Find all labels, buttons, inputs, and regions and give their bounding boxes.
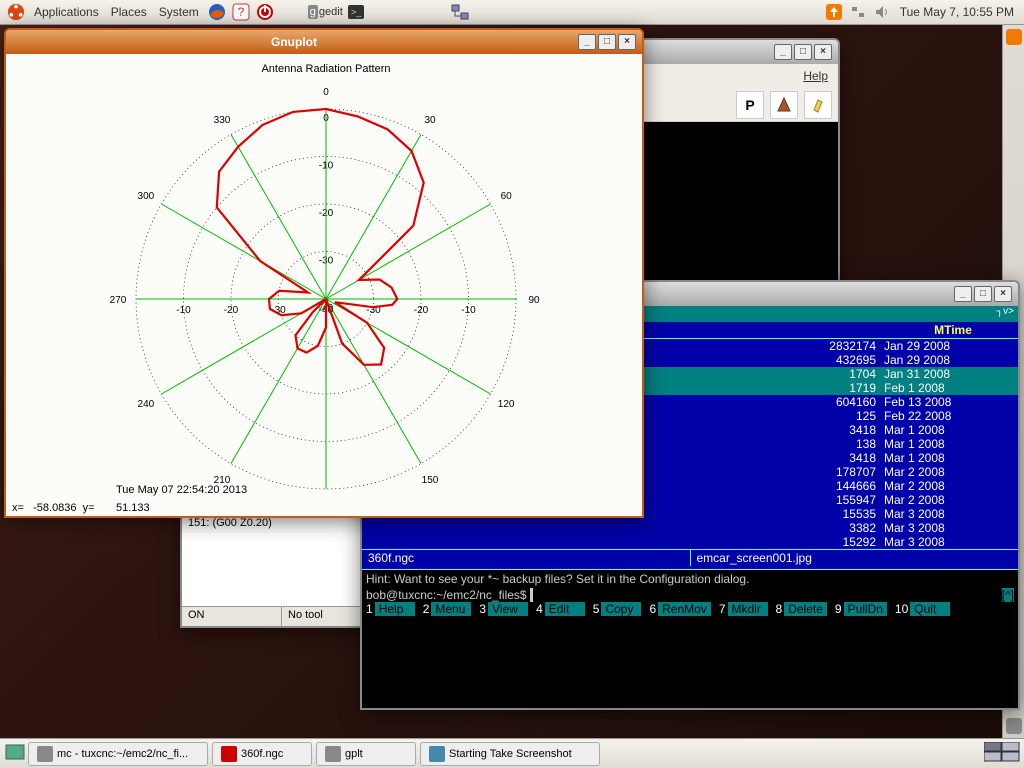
top-panel: Applications Places System ? ggedit >_ T… xyxy=(0,0,1024,25)
axis-icon xyxy=(221,746,237,762)
firefox-icon[interactable] xyxy=(206,1,228,23)
svg-text:?: ? xyxy=(237,5,244,19)
maximize-button[interactable]: □ xyxy=(974,286,992,302)
update-icon[interactable] xyxy=(823,1,845,23)
status-on: ON xyxy=(182,607,282,626)
fkey-pulldn[interactable]: 9PullDn xyxy=(833,602,893,616)
network-icon[interactable] xyxy=(449,1,471,23)
chart-timestamp: Tue May 07 22:54:20 2013 xyxy=(116,484,247,496)
workspace-icon[interactable] xyxy=(1006,29,1022,45)
fkey-quit[interactable]: 10Quit xyxy=(893,602,956,616)
terminal-icon[interactable]: >_ xyxy=(345,1,367,23)
terminal-icon xyxy=(37,746,53,762)
svg-text:-10: -10 xyxy=(176,305,191,316)
taskbar-item[interactable]: 360f.ngc xyxy=(212,742,312,766)
minimize-button[interactable]: _ xyxy=(578,34,596,50)
fkey-renmov[interactable]: 6RenMov xyxy=(647,602,716,616)
svg-text:90: 90 xyxy=(528,295,540,306)
list-item[interactable]: 15292Mar 3 2008 xyxy=(362,535,1018,549)
maximize-button[interactable]: □ xyxy=(598,34,616,50)
taskbar-item[interactable]: Starting Take Screenshot xyxy=(420,742,600,766)
perspective-icon[interactable]: P xyxy=(736,91,764,119)
fkey-edit[interactable]: 4Edit xyxy=(534,602,591,616)
fkey-menu[interactable]: 2Menu xyxy=(421,602,478,616)
chart-coords: x= -58.0836 y= 51.133 xyxy=(12,502,150,514)
clear-icon[interactable] xyxy=(804,91,832,119)
mc-hint: Hint: Want to see your *~ backup files? … xyxy=(362,570,1018,588)
places-menu[interactable]: Places xyxy=(105,5,153,19)
svg-text:330: 330 xyxy=(214,115,231,126)
svg-text:120: 120 xyxy=(498,399,515,410)
svg-text:30: 30 xyxy=(424,115,436,126)
svg-text:-10: -10 xyxy=(461,305,476,316)
minimize-button[interactable]: _ xyxy=(774,44,792,60)
svg-text:60: 60 xyxy=(501,191,513,202)
fkey-view[interactable]: 3View xyxy=(477,602,534,616)
clock[interactable]: Tue May 7, 10:55 PM xyxy=(894,5,1020,19)
svg-text:240: 240 xyxy=(138,399,155,410)
polar-chart[interactable]: Antenna Radiation Pattern0-10-20-30-4003… xyxy=(6,54,642,496)
fkey-help[interactable]: 1Help xyxy=(364,602,421,616)
mc-fkeys: 1Help2Menu3View4Edit5Copy6RenMov7Mkdir8D… xyxy=(362,602,1018,616)
show-desktop-icon[interactable] xyxy=(4,741,26,766)
close-button[interactable]: × xyxy=(618,34,636,50)
svg-text:-20: -20 xyxy=(414,305,429,316)
taskbar-item[interactable]: gplt xyxy=(316,742,416,766)
svg-text:300: 300 xyxy=(138,191,155,202)
workspace-switcher[interactable] xyxy=(984,742,1020,765)
mc-selected-right: emcar_screen001.jpg xyxy=(691,550,1019,566)
svg-text:Antenna Radiation Pattern: Antenna Radiation Pattern xyxy=(261,63,390,75)
applications-menu[interactable]: Applications xyxy=(28,5,105,19)
minimize-button[interactable]: _ xyxy=(954,286,972,302)
list-item[interactable]: 3382Mar 3 2008 xyxy=(362,521,1018,535)
screenshot-icon xyxy=(429,746,445,762)
gnuplot-titlebar[interactable]: Gnuplot _ □ × xyxy=(6,30,642,54)
close-button[interactable]: × xyxy=(814,44,832,60)
fkey-copy[interactable]: 5Copy xyxy=(591,602,648,616)
power-icon[interactable] xyxy=(254,1,276,23)
svg-text:150: 150 xyxy=(422,475,439,486)
svg-text:-20: -20 xyxy=(224,305,239,316)
ubuntu-logo-icon[interactable] xyxy=(5,1,27,23)
gnuplot-window: Gnuplot _ □ × Antenna Radiation Pattern 0… xyxy=(4,28,644,518)
svg-text:270: 270 xyxy=(110,295,127,306)
terminal-icon xyxy=(325,746,341,762)
mc-selected-left: 360f.ngc xyxy=(362,550,691,566)
trash-icon[interactable] xyxy=(1006,718,1022,734)
cone-icon[interactable] xyxy=(770,91,798,119)
fkey-delete[interactable]: 8Delete xyxy=(774,602,833,616)
close-button[interactable]: × xyxy=(994,286,1012,302)
svg-text:0: 0 xyxy=(323,87,329,98)
mc-prompt[interactable]: bob@tuxcnc:~/emc2/nc_files$ [^] xyxy=(362,588,1018,602)
fkey-mkdir[interactable]: 7Mkdir xyxy=(717,602,774,616)
gedit-launcher[interactable]: ggedit xyxy=(308,1,343,23)
system-menu[interactable]: System xyxy=(153,5,205,19)
maximize-button[interactable]: □ xyxy=(794,44,812,60)
taskbar-item[interactable]: mc - tuxcnc:~/emc2/nc_fi... xyxy=(28,742,208,766)
svg-text:>_: >_ xyxy=(351,7,362,17)
volume-icon[interactable] xyxy=(871,1,893,23)
network-status-icon[interactable] xyxy=(847,1,869,23)
help-icon[interactable]: ? xyxy=(230,1,252,23)
bottom-panel: mc - tuxcnc:~/emc2/nc_fi... 360f.ngc gpl… xyxy=(0,738,1024,768)
